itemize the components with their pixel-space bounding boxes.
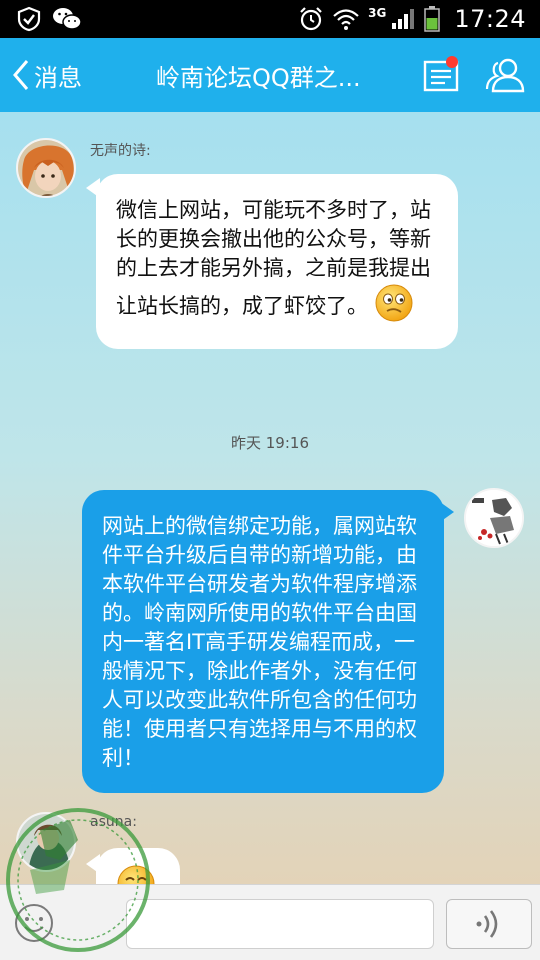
battery-icon bbox=[424, 6, 441, 32]
emoji-button[interactable] bbox=[12, 901, 56, 945]
status-right: 3G 17:24 bbox=[298, 5, 526, 33]
sender-name: 无声的诗: bbox=[90, 143, 151, 159]
sender-name: asuna: bbox=[90, 814, 137, 830]
title-bar: 消息 岭南论坛QQ群之... bbox=[0, 38, 540, 112]
message-bubble-incoming[interactable] bbox=[96, 848, 180, 884]
avatar-image bbox=[466, 490, 522, 546]
group-notice-button[interactable] bbox=[418, 52, 464, 98]
status-left bbox=[16, 6, 82, 32]
thinking-face-emoji bbox=[374, 283, 414, 331]
avatar-image bbox=[18, 140, 74, 196]
back-label: 消息 bbox=[34, 63, 82, 92]
message-input[interactable] bbox=[126, 899, 434, 949]
status-bar: 3G 17:24 bbox=[0, 0, 540, 38]
chat-title: 岭南论坛QQ群之... bbox=[156, 63, 361, 92]
wifi-icon bbox=[332, 7, 360, 31]
voice-button[interactable] bbox=[446, 899, 532, 949]
group-members-icon bbox=[483, 57, 527, 93]
message-text: 网站上的微信绑定功能，属网站软件平台升级后自带的新增功能，由本软件平台研发者为软… bbox=[102, 514, 417, 770]
clock: 17:24 bbox=[454, 5, 526, 33]
message-bubble-incoming[interactable]: 微信上网站，可能玩不多时了，站长的更换会撤出他的公众号，等新的上去才能另外搞，之… bbox=[96, 174, 458, 349]
alarm-clock-icon bbox=[298, 6, 324, 32]
shield-icon bbox=[16, 6, 42, 32]
chat-area[interactable]: 无声的诗: 微信上网站，可能玩不多时了，站长的更换会撤出他的公众号，等新的上去才… bbox=[0, 112, 540, 884]
notification-badge bbox=[446, 56, 458, 68]
input-bar bbox=[0, 884, 540, 960]
avatar-image bbox=[18, 814, 74, 870]
smiling-face-emoji bbox=[116, 864, 156, 884]
message-timestamp: 昨天 19:16 bbox=[231, 434, 309, 452]
back-button[interactable]: 消息 bbox=[10, 38, 82, 112]
signal-icon bbox=[390, 7, 416, 31]
avatar-asuna[interactable] bbox=[16, 812, 76, 872]
avatar-wusheng[interactable] bbox=[16, 138, 76, 198]
avatar-self[interactable] bbox=[464, 488, 524, 548]
chevron-left-icon bbox=[10, 58, 32, 92]
message-bubble-outgoing[interactable]: 网站上的微信绑定功能，属网站软件平台升级后自带的新增功能，由本软件平台研发者为软… bbox=[82, 490, 444, 793]
group-members-button[interactable] bbox=[482, 52, 528, 98]
wechat-icon bbox=[52, 6, 82, 32]
voice-wave-icon bbox=[476, 910, 498, 938]
network-type-label: 3G bbox=[368, 6, 387, 20]
smiley-outline-icon bbox=[15, 904, 53, 942]
